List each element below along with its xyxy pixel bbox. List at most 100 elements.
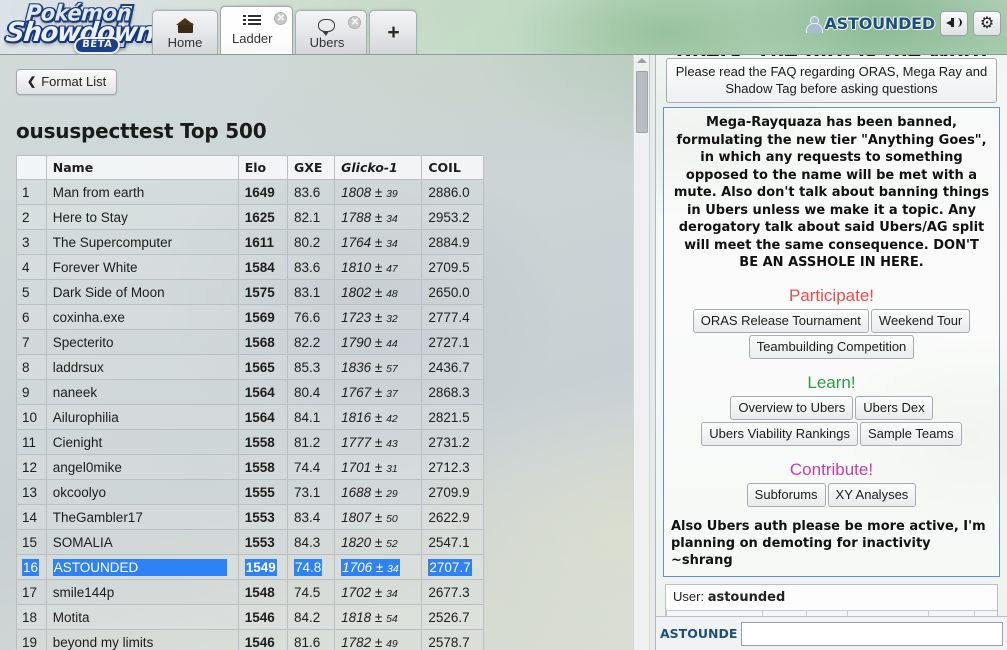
close-icon[interactable]: ✕: [348, 16, 361, 29]
table-row[interactable]: 2Here to Stay162582.11788 ± 342953.2: [17, 205, 484, 230]
cell-name[interactable]: Here to Stay: [46, 205, 238, 230]
chat-input[interactable]: [741, 622, 1003, 646]
plus-icon: +: [387, 21, 399, 45]
table-row[interactable]: 14TheGambler17155383.41807 ± 502622.9: [17, 505, 484, 530]
link-weekend-tour[interactable]: Weekend Tour: [871, 309, 970, 333]
cell-name[interactable]: The Supercomputer: [46, 230, 238, 255]
pokemon-showdown-logo[interactable]: Pokémon Showdown BETA: [4, 0, 152, 55]
cell-coil: 2709.5: [422, 255, 484, 280]
cell-rank: 15: [17, 530, 47, 555]
cell-rank: 6: [17, 305, 47, 330]
cell-glicko: 1764 ± 34: [335, 230, 422, 255]
cell-rank: 11: [17, 430, 47, 455]
user-popup-label: User:: [673, 589, 704, 604]
scroll-up-arrow-icon[interactable]: [637, 58, 647, 63]
user-popup-header: User: astounded: [666, 585, 997, 611]
sound-toggle-button[interactable]: [940, 11, 968, 36]
ladder-pane-content: ❮ Format List oususpecttest Top 500 Name…: [0, 55, 631, 650]
cell-name[interactable]: beyond my limits: [46, 630, 238, 650]
cell-name[interactable]: angel0mike: [46, 455, 238, 480]
cell-name[interactable]: ASTOUNDED: [46, 555, 238, 580]
cell-name[interactable]: laddrsux: [46, 355, 238, 380]
link-teambuilding-competition[interactable]: Teambuilding Competition: [749, 335, 915, 359]
link-xy-analyses[interactable]: XY Analyses: [828, 483, 917, 507]
tab-home-label: Home: [168, 35, 203, 51]
link-overview-to-ubers[interactable]: Overview to Ubers: [730, 396, 853, 420]
table-row[interactable]: 17smile144p154874.51702 ± 342677.3: [17, 580, 484, 605]
cell-rank: 16: [17, 555, 47, 580]
column-header-gxe[interactable]: GXE: [287, 156, 334, 180]
cell-name[interactable]: okcoolyo: [46, 480, 238, 505]
table-row[interactable]: 9naneek156480.41767 ± 372868.3: [17, 380, 484, 405]
table-row[interactable]: 12angel0mike155874.41701 ± 312712.3: [17, 455, 484, 480]
settings-button[interactable]: ⚙: [973, 11, 1001, 36]
header-username: ASTOUNDED: [825, 14, 936, 33]
cell-name[interactable]: naneek: [46, 380, 238, 405]
cell-gxe: 74.8: [287, 555, 334, 580]
table-row[interactable]: 18Motita154684.21818 ± 542526.7: [17, 605, 484, 630]
table-row[interactable]: 4Forever White158483.61810 ± 472709.5: [17, 255, 484, 280]
cell-elo: 1564: [238, 380, 287, 405]
table-row[interactable]: 11Cienight155881.21777 ± 432731.2: [17, 430, 484, 455]
cell-glicko: 1807 ± 50: [335, 505, 422, 530]
table-row[interactable]: 3The Supercomputer161180.21764 ± 342884.…: [17, 230, 484, 255]
vertical-scrollbar[interactable]: [633, 55, 649, 650]
cell-gxe: 81.6: [287, 630, 334, 650]
link-sample-teams[interactable]: Sample Teams: [860, 422, 962, 446]
list-icon: [243, 11, 261, 31]
table-row[interactable]: 19beyond my limits154681.61782 ± 492578.…: [17, 630, 484, 650]
user-menu-button[interactable]: ASTOUNDED: [805, 14, 936, 33]
close-icon[interactable]: ✕: [274, 12, 287, 25]
room-intro-box: Mega-Rayquaza has been banned, formulati…: [663, 107, 1000, 577]
cell-name[interactable]: Cienight: [46, 430, 238, 455]
column-header-rank[interactable]: [17, 156, 47, 180]
format-list-back-button[interactable]: ❮ Format List: [16, 69, 117, 95]
table-row[interactable]: 13okcoolyo155573.11688 ± 292709.9: [17, 480, 484, 505]
new-tab-button[interactable]: +: [369, 10, 417, 55]
cell-name[interactable]: coxinha.exe: [46, 305, 238, 330]
cell-name[interactable]: smile144p: [46, 580, 238, 605]
column-header-name[interactable]: Name: [46, 156, 238, 180]
cell-name[interactable]: Dark Side of Moon: [46, 280, 238, 305]
chat-input-username[interactable]: ASTOUNDED: [660, 626, 738, 641]
cell-gxe: 84.2: [287, 605, 334, 630]
tab-bar: Home ✕ Ladder ✕ Ubers +: [152, 6, 419, 55]
chat-log[interactable]: Ubers: The Bird is the Word Please read …: [656, 55, 1007, 616]
link-oras-release-tournament[interactable]: ORAS Release Tournament: [693, 309, 869, 333]
header-controls: ASTOUNDED ⚙: [805, 11, 1002, 36]
cell-elo: 1553: [238, 505, 287, 530]
tab-ladder[interactable]: ✕ Ladder: [220, 6, 293, 55]
cell-name[interactable]: SOMALIA: [46, 530, 238, 555]
link-subforums[interactable]: Subforums: [747, 483, 826, 507]
table-row[interactable]: 1Man from earth164983.61808 ± 392886.0: [17, 180, 484, 205]
table-row[interactable]: 7Specterito156882.21790 ± 442727.1: [17, 330, 484, 355]
cell-elo: 1569: [238, 305, 287, 330]
cell-elo: 1611: [238, 230, 287, 255]
tab-home[interactable]: Home: [152, 10, 218, 55]
table-row[interactable]: 16ASTOUNDED154974.81706 ± 342707.7: [17, 555, 484, 580]
table-row[interactable]: 8laddrsux156585.31836 ± 572436.7: [17, 355, 484, 380]
link-ubers-viability-rankings[interactable]: Ubers Viability Rankings: [701, 422, 858, 446]
cell-name[interactable]: TheGambler17: [46, 505, 238, 530]
gear-icon: ⚙: [980, 16, 994, 32]
column-header-glicko[interactable]: Glicko-1: [335, 156, 422, 180]
table-row[interactable]: 6coxinha.exe156976.61723 ± 322777.4: [17, 305, 484, 330]
ratings-header-row: Format Elo GXE Glicko-1 COIL W L: [667, 611, 999, 617]
table-row[interactable]: 5Dark Side of Moon157583.11802 ± 482650.…: [17, 280, 484, 305]
table-row[interactable]: 10Ailurophilia156484.11816 ± 422821.5: [17, 405, 484, 430]
cell-name[interactable]: Motita: [46, 605, 238, 630]
user-popup-username: astounded: [708, 590, 786, 605]
cell-name[interactable]: Man from earth: [46, 180, 238, 205]
tab-ubers-label: Ubers: [310, 35, 345, 51]
cell-name[interactable]: Specterito: [46, 330, 238, 355]
announcement-banner[interactable]: Please read the FAQ regarding ORAS, Mega…: [666, 58, 997, 103]
table-row[interactable]: 15SOMALIA155384.31820 ± 522547.1: [17, 530, 484, 555]
link-ubers-dex[interactable]: Ubers Dex: [855, 396, 932, 420]
column-header-elo[interactable]: Elo: [238, 156, 287, 180]
cell-elo: 1558: [238, 430, 287, 455]
scrollbar-thumb[interactable]: [636, 71, 648, 133]
tab-ubers[interactable]: ✕ Ubers: [295, 10, 367, 55]
cell-name[interactable]: Ailurophilia: [46, 405, 238, 430]
column-header-coil[interactable]: COIL: [422, 156, 484, 180]
cell-name[interactable]: Forever White: [46, 255, 238, 280]
